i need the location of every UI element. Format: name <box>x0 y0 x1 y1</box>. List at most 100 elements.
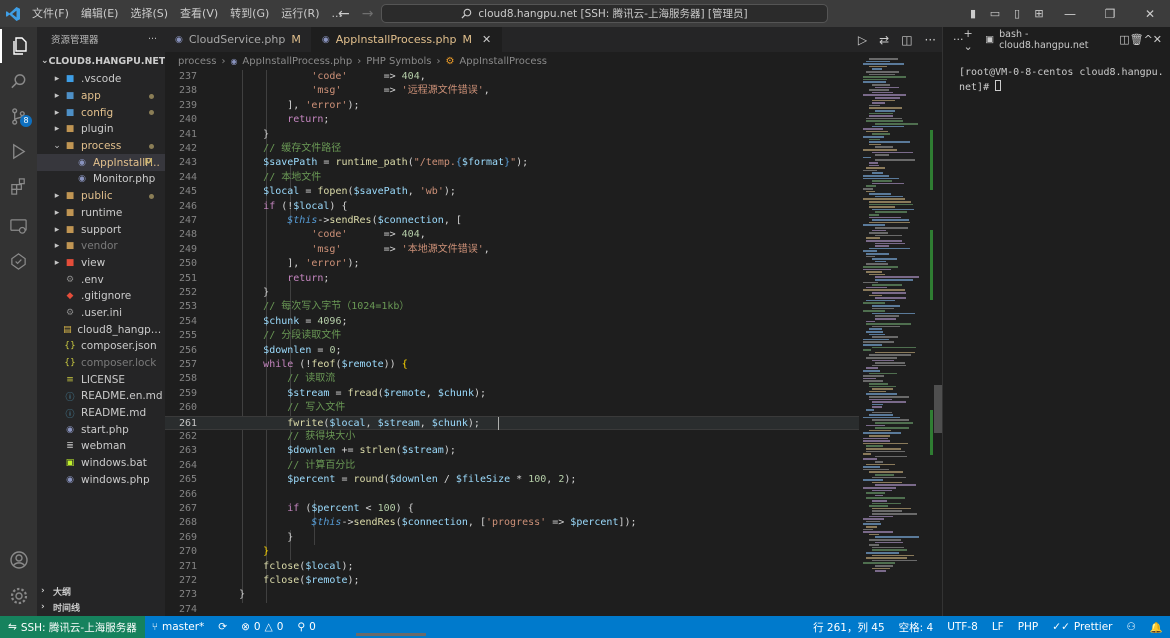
breadcrumb-symbols[interactable]: PHP Symbols <box>366 56 431 67</box>
code-line[interactable]: 259 $stream = fread($remote, $chunk); <box>165 387 859 402</box>
close-panel-icon[interactable]: ✕ <box>1153 33 1162 46</box>
code-line[interactable]: 273 } <box>165 588 859 603</box>
file-item[interactable]: ▤ cloud8_hangpu_n... <box>37 321 165 338</box>
account-icon[interactable] <box>0 543 37 577</box>
file-item[interactable]: ◉ AppInstallP... M <box>37 154 165 172</box>
code-line[interactable]: 268 $this->sendRes($connection, ['progre… <box>165 516 859 531</box>
code-line[interactable]: 251 return; <box>165 272 859 287</box>
run-icon[interactable]: ▷ <box>858 33 867 47</box>
file-item[interactable]: ◉ start.php <box>37 421 165 438</box>
testing-icon[interactable] <box>0 244 37 278</box>
code-line[interactable]: 261 fwrite($local, $stream, $chunk); <box>165 415 859 431</box>
file-item[interactable]: ⚙ .user.ini <box>37 305 165 322</box>
folder-item[interactable]: ▸ ■ support <box>37 221 165 238</box>
code-line[interactable]: 274 <box>165 603 859 616</box>
code-line[interactable]: 238 'msg' => '远程源文件错误', <box>165 84 859 99</box>
editor-scrollbar[interactable] <box>934 52 942 616</box>
file-item[interactable]: ▣ windows.bat <box>37 455 165 472</box>
tab-cloudservice[interactable]: ◉ CloudService.php M <box>165 27 312 52</box>
breadcrumb-file[interactable]: AppInstallProcess.php <box>242 56 352 67</box>
folder-item[interactable]: ▸ ■ .vscode <box>37 71 165 88</box>
code-line[interactable]: 237 'code' => 404, <box>165 70 859 85</box>
remote-explorer-icon[interactable] <box>0 209 37 243</box>
encoding[interactable]: UTF-8 <box>940 621 985 633</box>
code-line[interactable]: 256 $downlen = 0; <box>165 344 859 359</box>
code-editor[interactable]: 237 'code' => 404, 238 'msg' => '远程源文件错误'… <box>165 70 859 616</box>
menu-item[interactable]: 转到(G) <box>224 0 275 27</box>
minimap[interactable] <box>859 52 935 616</box>
source-control-icon[interactable]: 8 <box>0 99 37 133</box>
close-tab-icon[interactable]: ✕ <box>482 33 491 46</box>
menu-item[interactable]: 运行(R) <box>275 0 325 27</box>
file-item[interactable]: ⓘ README.md <box>37 405 165 422</box>
indentation[interactable]: 空格: 4 <box>892 620 941 635</box>
customize-layout-icon[interactable]: ⊞ <box>1028 7 1050 20</box>
maximize-panel-icon[interactable]: ^ <box>1144 33 1153 46</box>
code-line[interactable]: 248 'code' => 404, <box>165 228 859 243</box>
code-line[interactable]: 265 $percent = round($downlen / $fileSiz… <box>165 473 859 488</box>
folder-item[interactable]: ▸ ■ view <box>37 255 165 272</box>
code-line[interactable]: 253 // 每次写入字节（1024=1kb） <box>165 300 859 315</box>
code-line[interactable]: 270 } <box>165 545 859 560</box>
code-line[interactable]: 257 while (!feof($remote)) { <box>165 358 859 373</box>
code-line[interactable]: 258 // 读取流 <box>165 372 859 387</box>
folder-item[interactable]: ▸ ■ plugin <box>37 121 165 138</box>
code-line[interactable]: 264 // 计算百分比 <box>165 459 859 474</box>
file-item[interactable]: {} composer.json <box>37 338 165 355</box>
code-line[interactable]: 250 ], 'error'); <box>165 257 859 272</box>
split-editor-icon[interactable]: ◫ <box>901 33 912 47</box>
sync-icon[interactable]: ⟳ <box>211 621 234 633</box>
timeline-section[interactable]: › 时间线 <box>37 599 165 615</box>
more-actions-icon[interactable]: ··· <box>925 33 936 47</box>
scrollbar-thumb[interactable] <box>934 385 942 433</box>
kill-terminal-icon[interactable]: 🗑 <box>1130 33 1144 46</box>
extensions-icon[interactable] <box>0 169 37 203</box>
ports-indicator[interactable]: ⚲ 0 <box>290 621 322 633</box>
folder-item[interactable]: ▸ ■ public <box>37 188 165 205</box>
code-line[interactable]: 252 } <box>165 286 859 301</box>
code-line[interactable]: 242 // 缓存文件路径 <box>165 142 859 157</box>
run-debug-icon[interactable] <box>0 134 37 168</box>
code-line[interactable]: 262 // 获得块大小 <box>165 430 859 445</box>
more-actions-icon[interactable]: ··· <box>148 34 157 45</box>
new-terminal-icon[interactable]: + ⌄ <box>964 27 986 53</box>
prettier-status[interactable]: ✓✓ Prettier <box>1045 621 1119 633</box>
code-line[interactable]: 254 $chunk = 4096; <box>165 315 859 330</box>
terminal-output[interactable]: [root@VM-0-8-centos cloud8.hangpu. net]# <box>943 52 1170 95</box>
restore-button[interactable]: ❐ <box>1090 7 1130 21</box>
code-line[interactable]: 243 $savePath = runtime_path("/temp.{$fo… <box>165 156 859 171</box>
code-line[interactable]: 239 ], 'error'); <box>165 99 859 114</box>
toggle-secondary-sidebar-icon[interactable]: ▯ <box>1006 7 1028 20</box>
folder-item[interactable]: ▸ ■ vendor <box>37 238 165 255</box>
code-line[interactable]: 240 return; <box>165 113 859 128</box>
horizontal-scrollbar-thumb[interactable] <box>356 633 426 636</box>
notifications-bell-icon[interactable]: 🔔 <box>1143 621 1170 634</box>
end-of-line[interactable]: LF <box>985 621 1011 633</box>
cursor-position[interactable]: 行 261，列 45 <box>806 620 892 635</box>
tab-appinstallprocess[interactable]: ◉ AppInstallProcess.php M ✕ <box>311 27 503 52</box>
workspace-root[interactable]: ⌄ CLOUD8.HANGPU.NET [SS... <box>37 51 165 71</box>
code-line[interactable]: 255 // 分段读取文件 <box>165 329 859 344</box>
toggle-panel-icon[interactable]: ▭ <box>984 7 1006 20</box>
language-mode[interactable]: PHP <box>1011 621 1046 633</box>
outline-section[interactable]: › 大纲 <box>37 583 165 599</box>
code-line[interactable]: 260 // 写入文件 <box>165 401 859 416</box>
forward-arrow-icon[interactable]: → <box>362 6 374 22</box>
menu-item[interactable]: 文件(F) <box>26 0 75 27</box>
file-item[interactable]: ◉ windows.php <box>37 472 165 489</box>
close-window-button[interactable]: ✕ <box>1130 7 1170 21</box>
file-item[interactable]: ◉ Monitor.php <box>37 171 165 188</box>
settings-gear-icon[interactable] <box>0 579 37 613</box>
code-line[interactable]: 246 if (!$local) { <box>165 200 859 215</box>
folder-item[interactable]: ▸ ■ runtime <box>37 205 165 222</box>
code-line[interactable]: 271 fclose($local); <box>165 560 859 575</box>
minimize-button[interactable]: — <box>1050 7 1090 21</box>
menu-item[interactable]: 选择(S) <box>124 0 174 27</box>
file-item[interactable]: {} composer.lock <box>37 355 165 372</box>
code-line[interactable]: 241 } <box>165 128 859 143</box>
code-line[interactable]: 249 'msg' => '本地源文件错误', <box>165 243 859 258</box>
explorer-icon[interactable] <box>0 29 37 63</box>
command-center-search[interactable]: cloud8.hangpu.net [SSH: 腾讯云-上海服务器] [管理员] <box>381 4 828 23</box>
code-line[interactable]: 247 $this->sendRes($connection, [ <box>165 214 859 229</box>
back-arrow-icon[interactable]: ← <box>338 6 350 22</box>
